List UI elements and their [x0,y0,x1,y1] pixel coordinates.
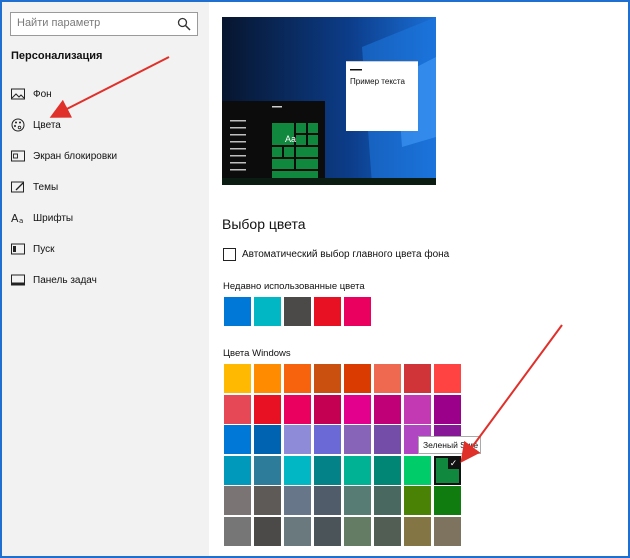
windows-color-swatch[interactable] [224,516,251,546]
sidebar-item-label: Пуск [33,243,55,255]
color-choice-title: Выбор цвета [222,216,306,232]
windows-color-swatch[interactable] [254,394,281,424]
sidebar: Найти параметр Персонализация Фон Цвета [2,2,209,556]
brush-icon [11,181,24,193]
windows-color-swatch[interactable] [374,455,401,485]
font-icon: A a [11,212,23,225]
recent-color-swatch[interactable] [344,297,371,326]
color-tooltip: Зеленый Sure [418,436,481,454]
taskbar-icon [11,274,25,286]
svg-text:A: A [11,212,19,225]
preview-sample-text: Пример текста [350,77,405,86]
windows-color-swatch[interactable] [254,364,281,393]
recent-color-swatch[interactable] [224,297,251,326]
windows-color-swatch[interactable] [254,455,281,485]
image-icon [11,88,25,100]
windows-color-swatch[interactable] [404,486,431,515]
recent-color-swatch[interactable] [284,297,311,326]
windows-color-swatch[interactable] [284,425,311,454]
sidebar-item-label: Панель задач [33,274,97,286]
sidebar-item-background[interactable]: Фон [10,83,200,105]
palette-icon [11,118,25,132]
windows-color-swatch[interactable] [284,364,311,393]
theme-preview: Пример текста Aa [222,17,436,185]
lock-screen-icon [11,150,25,162]
sidebar-item-taskbar[interactable]: Панель задач [10,269,200,291]
checkmark-icon: ✓ [448,457,459,469]
windows-color-swatch[interactable] [434,364,461,393]
windows-color-swatch[interactable] [404,516,431,546]
section-title: Персонализация [11,50,103,62]
start-icon [11,243,25,255]
recent-colors-label: Недавно использованные цвета [223,281,365,292]
windows-color-swatch[interactable] [224,486,251,515]
windows-color-swatch[interactable] [434,394,461,424]
windows-colors-label: Цвета Windows [223,348,291,359]
windows-color-swatch[interactable] [224,455,251,485]
sidebar-item-label: Экран блокировки [33,150,118,162]
windows-color-swatch[interactable] [314,516,341,546]
sidebar-item-fonts[interactable]: A a Шрифты [10,207,200,229]
windows-color-swatch[interactable] [314,455,341,485]
windows-color-swatch[interactable] [254,516,281,546]
windows-color-swatch[interactable] [284,486,311,515]
windows-color-swatch[interactable] [344,425,371,454]
sidebar-item-label: Шрифты [33,212,74,224]
auto-color-checkbox[interactable] [223,248,236,261]
windows-color-swatch[interactable] [314,425,341,454]
windows-color-swatch[interactable] [224,425,251,454]
svg-text:a: a [19,217,23,225]
windows-color-swatch[interactable] [374,486,401,515]
search-icon [177,17,191,31]
search-input[interactable]: Найти параметр [10,12,198,36]
windows-color-swatch[interactable] [344,455,371,485]
windows-color-swatch[interactable] [254,486,281,515]
windows-color-swatch[interactable] [434,486,461,515]
windows-color-swatch[interactable] [344,516,371,546]
windows-color-swatch[interactable] [344,364,371,393]
windows-color-swatch[interactable] [344,394,371,424]
windows-color-swatch[interactable] [254,425,281,454]
windows-color-swatch[interactable] [314,394,341,424]
settings-window: Найти параметр Персонализация Фон Цвета [0,0,630,558]
windows-color-swatch[interactable] [434,516,461,546]
windows-color-swatch[interactable] [404,455,431,485]
windows-color-swatch[interactable] [224,394,251,424]
windows-color-swatch[interactable] [404,364,431,393]
windows-color-swatch[interactable] [224,364,251,393]
windows-color-swatch[interactable] [284,394,311,424]
windows-color-swatch[interactable] [404,394,431,424]
windows-color-swatch[interactable] [284,516,311,546]
recent-color-swatch[interactable] [314,297,341,326]
sidebar-item-label: Цвета [33,119,61,131]
preview-wallpaper [222,17,436,185]
search-placeholder: Найти параметр [17,17,101,29]
auto-color-label: Автоматический выбор главного цвета фона [242,249,450,260]
sidebar-item-colors[interactable]: Цвета [10,114,200,136]
windows-color-swatch[interactable] [314,364,341,393]
sidebar-item-lock-screen[interactable]: Экран блокировки [10,145,200,167]
sidebar-item-themes[interactable]: Темы [10,176,200,198]
sidebar-item-start[interactable]: Пуск [10,238,200,260]
windows-color-swatch[interactable] [314,486,341,515]
windows-color-swatch[interactable] [374,364,401,393]
windows-color-swatch[interactable] [344,486,371,515]
recent-color-swatch[interactable] [254,297,281,326]
windows-color-swatch[interactable] [374,394,401,424]
sidebar-item-label: Фон [33,88,52,100]
windows-color-swatch[interactable] [374,425,401,454]
selected-color-swatch[interactable]: ✓ [434,455,461,485]
windows-color-swatch[interactable] [284,455,311,485]
sidebar-item-label: Темы [33,181,59,193]
windows-color-swatch[interactable] [374,516,401,546]
preview-tile-label: Aa [285,134,297,144]
